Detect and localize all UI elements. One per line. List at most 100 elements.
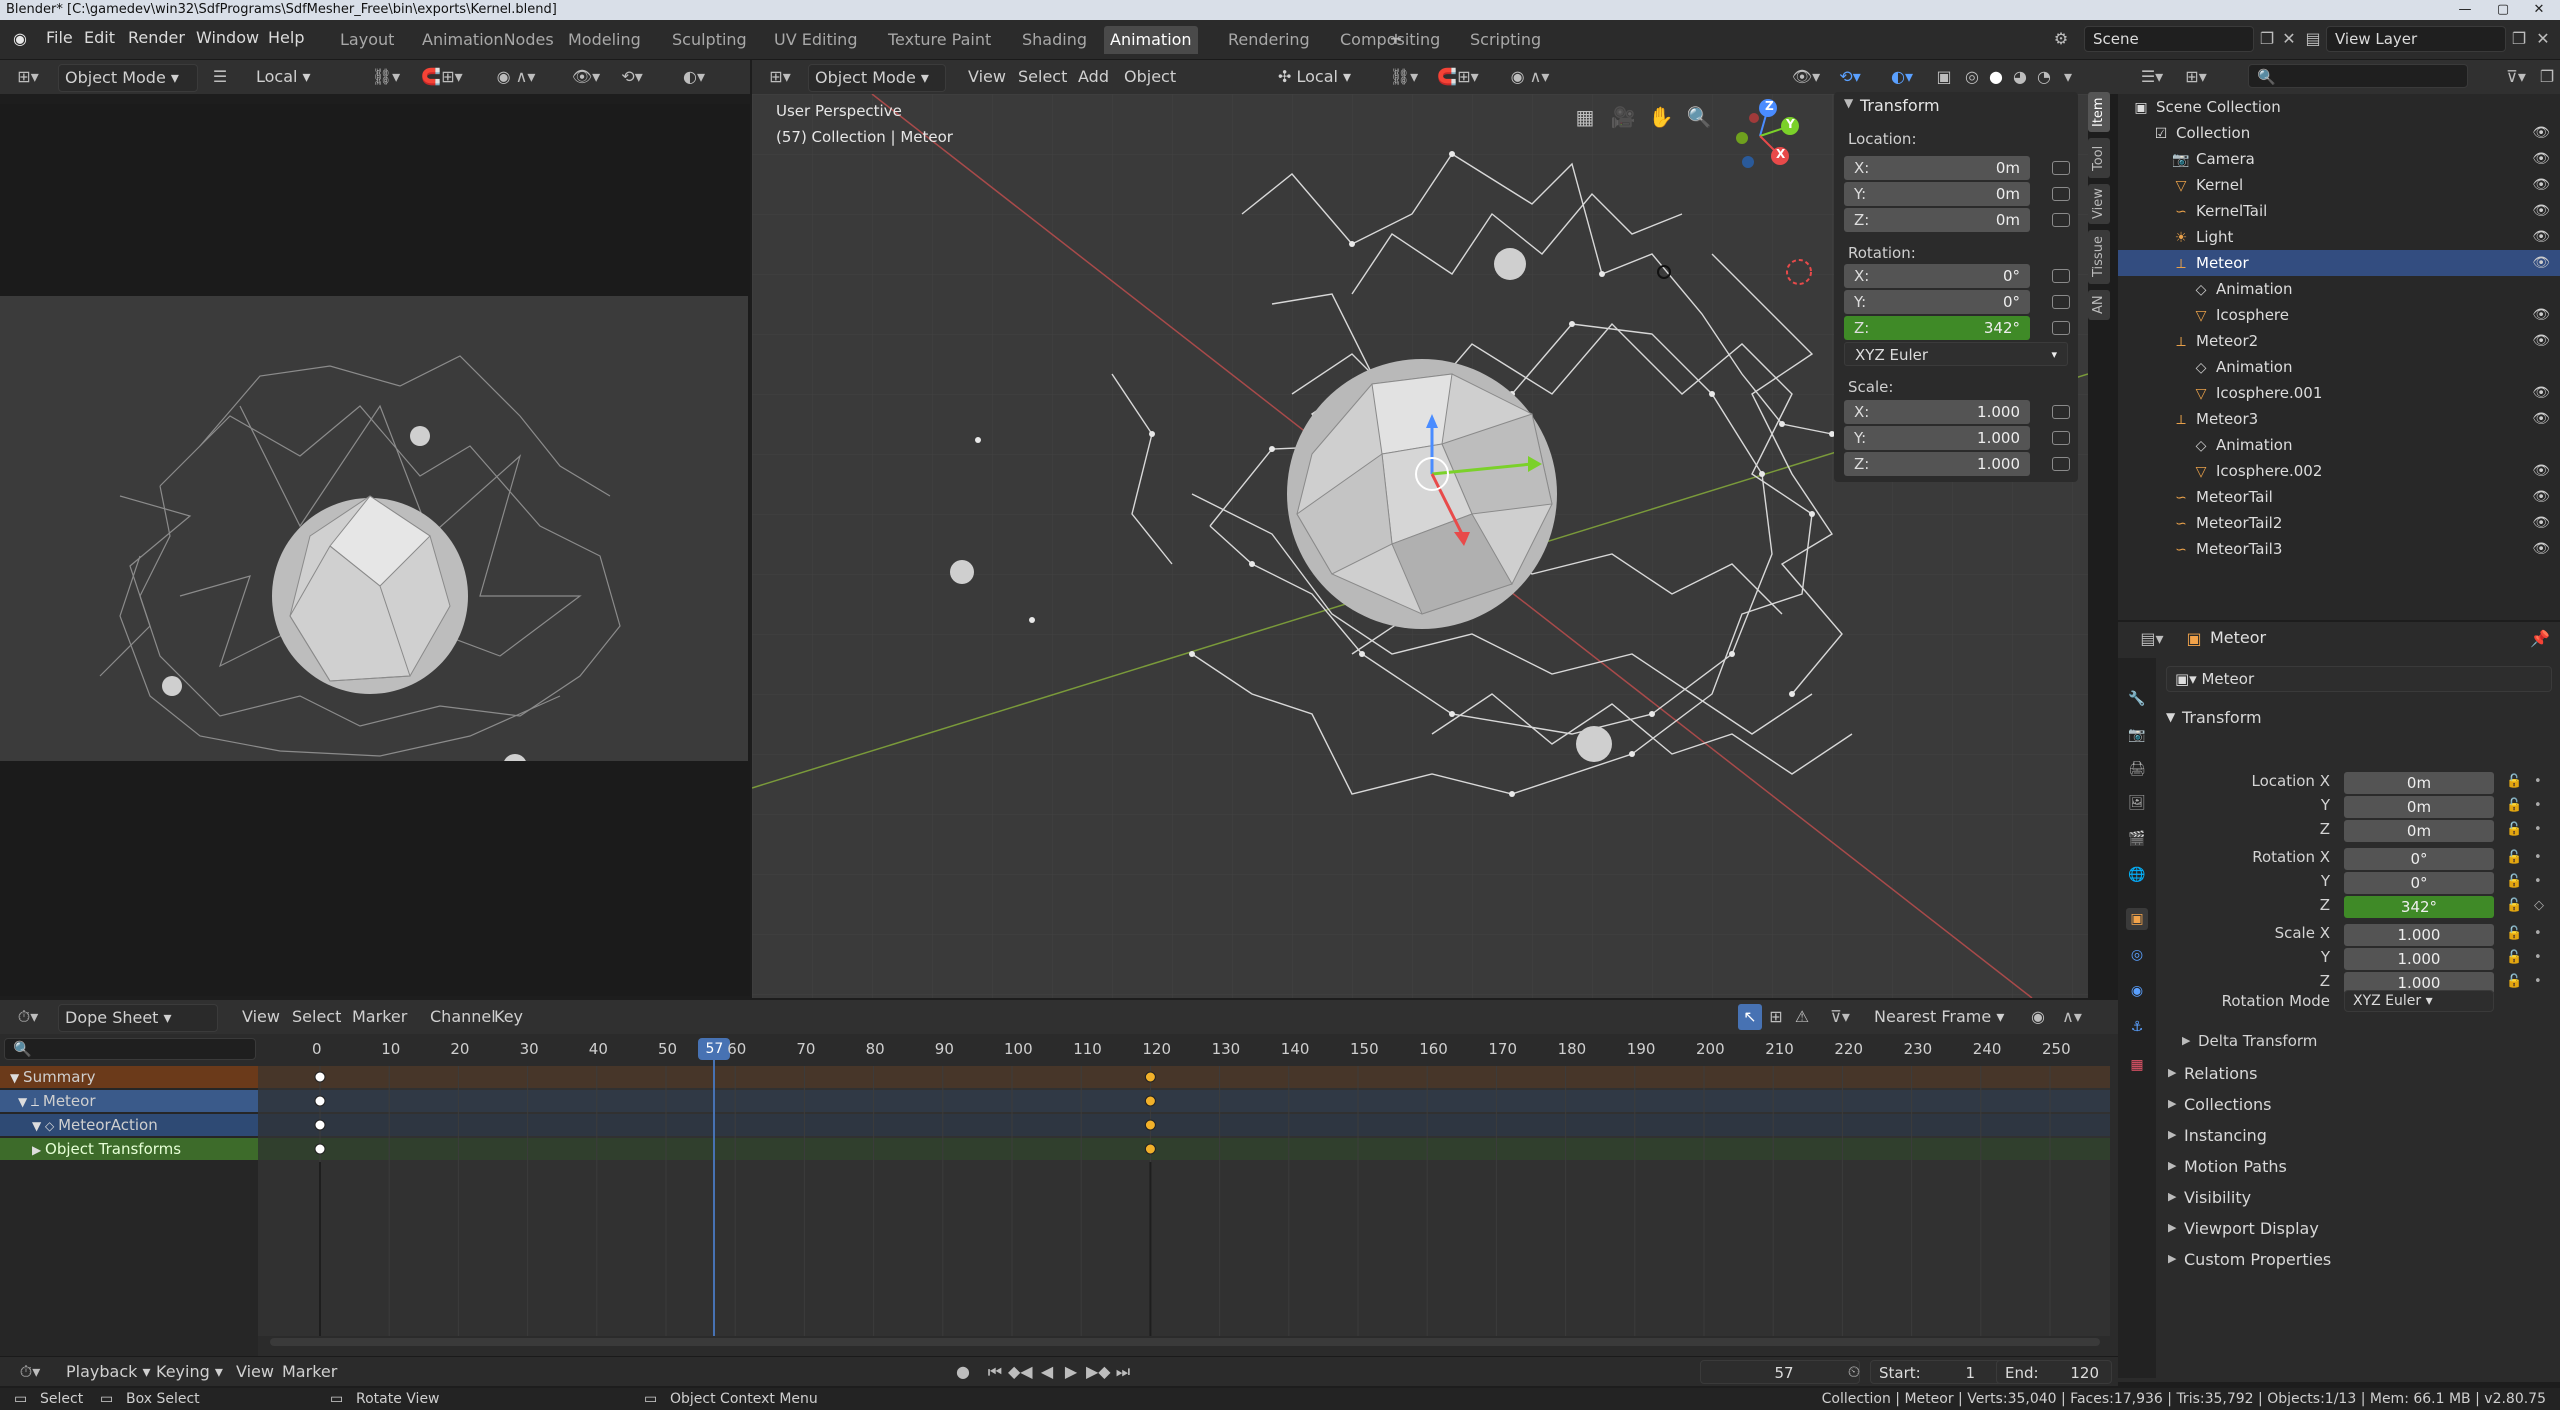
end-frame-field[interactable]: End: 120 bbox=[1996, 1360, 2112, 1384]
playhead-line[interactable] bbox=[713, 1060, 716, 1336]
section-arrow-icon-3[interactable]: ▶ bbox=[2168, 1159, 2176, 1172]
viewport-menu-add[interactable]: Add bbox=[1072, 64, 1115, 90]
only-selected-icon[interactable]: ↖ bbox=[1738, 1004, 1762, 1030]
rotation-y-lock-icon[interactable] bbox=[2052, 295, 2070, 309]
dope-menu-marker[interactable]: Marker bbox=[346, 1004, 413, 1030]
keyframe-dot-icon-0[interactable]: • bbox=[2534, 774, 2542, 789]
outliner-search-input[interactable]: 🔍 bbox=[2248, 64, 2468, 88]
location-z-field[interactable]: Z: 0m bbox=[1844, 208, 2030, 232]
current-frame-field[interactable]: 57 bbox=[1700, 1360, 1860, 1384]
channel-expand-icon[interactable]: ▶ bbox=[32, 1143, 45, 1157]
viewport-orientation-dropdown[interactable]: ✣ Local ▾ bbox=[1272, 64, 1382, 90]
property-section-visibility[interactable]: Visibility bbox=[2184, 1188, 2251, 1207]
keyframe-dot-icon-6[interactable]: • bbox=[2534, 926, 2542, 941]
render-tab-icon[interactable]: 📷 bbox=[2126, 724, 2148, 746]
eye-icon[interactable]: 👁 bbox=[2532, 302, 2550, 328]
xray-icon[interactable]: ▣ bbox=[1932, 64, 1956, 90]
keyframe-120-row-3[interactable] bbox=[1144, 1143, 1156, 1155]
eye-icon[interactable]: 👁 bbox=[2532, 458, 2550, 484]
section-arrow-icon-6[interactable]: ▶ bbox=[2168, 1252, 2176, 1265]
keyframe-0-row-1[interactable] bbox=[314, 1095, 326, 1107]
menu-render[interactable]: Render bbox=[128, 28, 185, 47]
timeline-marker-menu[interactable]: Marker bbox=[276, 1359, 343, 1385]
play-reverse-icon[interactable]: ◀ bbox=[1036, 1359, 1058, 1385]
editor-type-icon[interactable]: ⊞▾ bbox=[8, 64, 48, 90]
keyframe-dot-icon-1[interactable]: • bbox=[2534, 798, 2542, 813]
camera-preview-area[interactable] bbox=[0, 104, 750, 996]
dope-editor-type-icon[interactable]: ⏱▾ bbox=[8, 1004, 48, 1030]
viewport-mode-dropdown[interactable]: Object Mode ▾ bbox=[808, 64, 946, 92]
viewport-visibility-icon[interactable]: 👁▾ bbox=[1786, 64, 1826, 90]
viewport-snap-icon[interactable]: 🧲⊞▾ bbox=[1428, 64, 1488, 90]
pivot-icon[interactable]: ⛓▾ bbox=[366, 64, 406, 90]
properties-rotation-mode-dropdown[interactable]: XYZ Euler ▾ bbox=[2344, 990, 2494, 1012]
prev-keyframe-icon[interactable]: ◆◀ bbox=[1008, 1359, 1033, 1385]
properties-editor-type-icon[interactable]: ▤▾ bbox=[2132, 626, 2172, 652]
workspace-tab-scripting[interactable]: Scripting bbox=[1464, 26, 1547, 54]
gizmo-icon[interactable]: ⟲▾ bbox=[612, 64, 652, 90]
object-mode-dropdown[interactable]: Object Mode ▾ bbox=[58, 64, 198, 92]
channel-object-transforms[interactable]: ▶ Object Transforms bbox=[0, 1138, 258, 1160]
property-lock-icon-1[interactable]: 🔓 bbox=[2506, 798, 2522, 813]
keyframe-dot-icon-8[interactable]: • bbox=[2534, 974, 2542, 989]
rotation-mode-dropdown[interactable]: XYZ Euler ▾ bbox=[1844, 342, 2068, 366]
dope-mode-dropdown[interactable]: Dope Sheet ▾ bbox=[58, 1004, 218, 1032]
eye-icon[interactable]: 👁 bbox=[2532, 224, 2550, 250]
modifier-tab-icon[interactable]: ◎ bbox=[2126, 944, 2148, 966]
horizontal-scrollbar[interactable] bbox=[270, 1338, 2100, 1346]
camera-view-icon[interactable]: 🎥 bbox=[1608, 104, 1638, 134]
navigation-gizmo[interactable] bbox=[1720, 96, 1800, 176]
keyframe-120-row-1[interactable] bbox=[1144, 1095, 1156, 1107]
outliner-row-meteortail2[interactable]: ∽ MeteorTail2 👁 bbox=[2118, 510, 2560, 536]
material-shading-icon[interactable]: ◕ bbox=[2008, 64, 2032, 90]
property-section-custom-properties[interactable]: Custom Properties bbox=[2184, 1250, 2331, 1269]
minimize-icon[interactable]: — bbox=[2448, 0, 2482, 20]
play-icon[interactable]: ▶ bbox=[1060, 1359, 1082, 1385]
show-hidden-icon[interactable]: ⊞ bbox=[1764, 1004, 1788, 1030]
channel-expand-icon[interactable]: ▼ ◇ bbox=[32, 1119, 58, 1133]
filter-icon[interactable]: ⊽▾ bbox=[2498, 64, 2534, 90]
object-tab-icon[interactable]: ▣ bbox=[2126, 908, 2148, 930]
zoom-icon[interactable]: 🔍 bbox=[1684, 104, 1714, 134]
eye-icon[interactable]: 👁 bbox=[2532, 198, 2550, 224]
menu-window[interactable]: Window bbox=[196, 28, 259, 47]
tool-tab-icon[interactable]: 🔧 bbox=[2126, 688, 2148, 710]
keyframe-0-row-2[interactable] bbox=[314, 1119, 326, 1131]
add-workspace-icon[interactable]: + bbox=[1384, 26, 1408, 52]
workspace-tab-sculpting[interactable]: Sculpting bbox=[666, 26, 753, 54]
jump-start-icon[interactable]: ⏮ bbox=[984, 1359, 1006, 1385]
property-value-4[interactable]: 0° bbox=[2344, 872, 2494, 894]
property-value-7[interactable]: 1.000 bbox=[2344, 948, 2494, 970]
property-lock-icon-8[interactable]: 🔓 bbox=[2506, 974, 2522, 989]
section-arrow-icon-1[interactable]: ▶ bbox=[2168, 1097, 2176, 1110]
channel-expand-icon[interactable]: ▼ bbox=[10, 1071, 23, 1085]
dope-menu-key[interactable]: Key bbox=[488, 1004, 529, 1030]
section-arrow-icon-4[interactable]: ▶ bbox=[2168, 1190, 2176, 1203]
transform-collapse-icon[interactable]: ▼ bbox=[2166, 710, 2175, 724]
view-layer-selector[interactable]: View Layer bbox=[2326, 26, 2506, 52]
scale-z-field[interactable]: Z: 1.000 bbox=[1844, 452, 2030, 476]
keyframe-area[interactable] bbox=[258, 1066, 2110, 1336]
outliner-row-meteor3[interactable]: ⟂ Meteor3 👁 bbox=[2118, 406, 2560, 432]
dope-filter-icon[interactable]: ⊽▾ bbox=[1820, 1004, 1860, 1030]
outliner-row-collection[interactable]: ☑ Collection 👁 bbox=[2118, 120, 2560, 146]
section-arrow-icon-2[interactable]: ▶ bbox=[2168, 1128, 2176, 1141]
overlay-icon[interactable]: ◐▾ bbox=[674, 64, 714, 90]
viewport-editor-type-icon[interactable]: ⊞▾ bbox=[760, 64, 800, 90]
keyframe-dot-icon-3[interactable]: • bbox=[2534, 850, 2542, 865]
playback-menu[interactable]: Playback ▾ bbox=[60, 1359, 157, 1385]
rotation-x-lock-icon[interactable] bbox=[2052, 269, 2070, 283]
collapse-arrow-icon[interactable]: ▼ bbox=[1844, 96, 1853, 110]
keyframe-dot-icon-4[interactable]: • bbox=[2534, 874, 2542, 889]
channel-meteoraction[interactable]: ▼ ◇ MeteorAction bbox=[0, 1114, 258, 1136]
scene-tab-icon[interactable]: 🎬 bbox=[2126, 828, 2148, 850]
eye-icon[interactable]: 👁 bbox=[2532, 250, 2550, 276]
location-y-field[interactable]: Y: 0m bbox=[1844, 182, 2030, 206]
section-arrow-icon-5[interactable]: ▶ bbox=[2168, 1221, 2176, 1234]
menu-help[interactable]: Help bbox=[268, 28, 304, 47]
keying-menu[interactable]: Keying ▾ bbox=[150, 1359, 229, 1385]
channel-meteor[interactable]: ▼ ⟂ Meteor bbox=[0, 1090, 258, 1112]
close-icon[interactable]: ✕ bbox=[2522, 0, 2556, 20]
property-value-0[interactable]: 0m bbox=[2344, 772, 2494, 794]
snap-icon[interactable]: 🧲⊞▾ bbox=[412, 64, 472, 90]
